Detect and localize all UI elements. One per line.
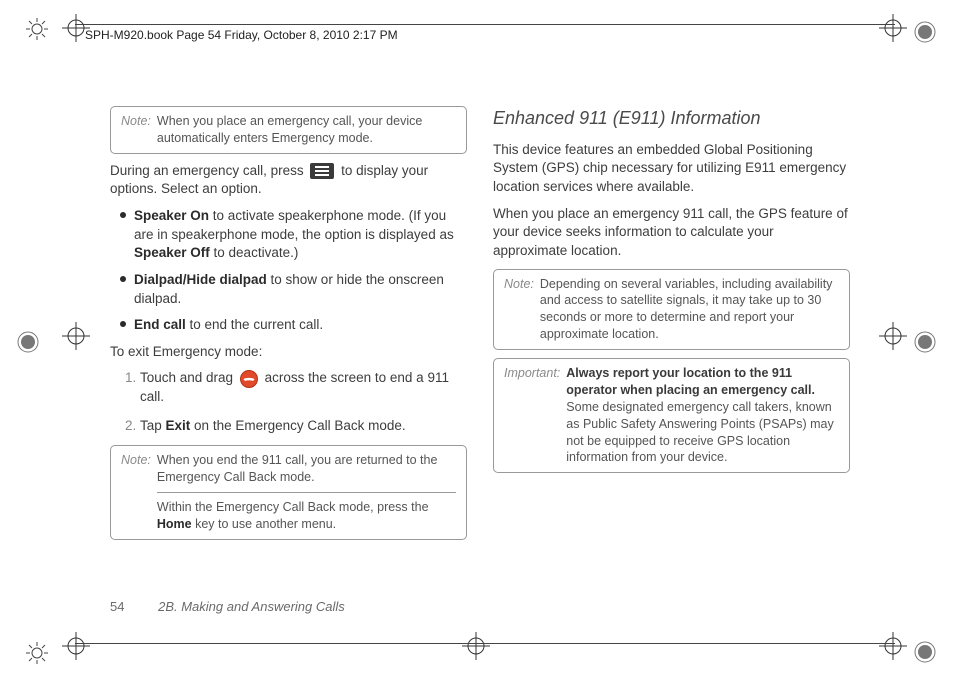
page-footer: 54 2B. Making and Answering Calls <box>110 599 345 614</box>
text-bold: Exit <box>166 418 191 433</box>
numbered-list: Touch and drag across the screen to end … <box>110 369 467 435</box>
cropmark-disc-icon <box>913 330 937 354</box>
note-label: Note: <box>121 113 151 147</box>
text: Within the Emergency Call Back mode, pre… <box>157 500 429 514</box>
text-bold: Speaker On <box>134 208 209 223</box>
cropmark-sun-icon <box>26 18 48 40</box>
text: Some designated emergency call takers, k… <box>566 400 833 465</box>
endcall-icon <box>240 370 258 388</box>
running-head: SPH-M920.book Page 54 Friday, October 8,… <box>85 28 398 42</box>
registration-mark-icon <box>879 632 907 660</box>
page-number: 54 <box>110 599 124 614</box>
cropmark-disc-icon <box>913 20 937 44</box>
text: to deactivate.) <box>210 245 299 260</box>
paragraph: This device features an embedded Global … <box>493 141 850 197</box>
text: When you end the 911 call, you are retur… <box>157 452 456 486</box>
list-item: Dialpad/Hide dialpad to show or hide the… <box>120 271 467 308</box>
registration-mark-icon <box>62 632 90 660</box>
cropmark-disc-icon <box>16 330 40 354</box>
cropmark-disc-icon <box>913 640 937 664</box>
note-box: Note: When you end the 911 call, you are… <box>110 445 467 540</box>
note-text: When you end the 911 call, you are retur… <box>157 452 456 533</box>
paragraph: When you place an emergency 911 call, th… <box>493 205 850 261</box>
text-bold: End call <box>134 317 186 332</box>
footer-rule <box>75 643 895 644</box>
header-rule <box>75 24 895 25</box>
content-columns: Note: When you place an emergency call, … <box>110 106 850 548</box>
list-item: Tap Exit on the Emergency Call Back mode… <box>140 417 467 436</box>
list-item: Speaker On to activate speakerphone mode… <box>120 207 467 263</box>
text: key to use another menu. <box>192 517 337 531</box>
text-bold: Dialpad/Hide dialpad <box>134 272 267 287</box>
note-box: Note: Depending on several variables, in… <box>493 269 850 351</box>
note-label: Note: <box>121 452 151 533</box>
registration-mark-icon <box>879 14 907 42</box>
text: Tap <box>140 418 166 433</box>
important-box: Important: Always report your location t… <box>493 358 850 473</box>
text: Touch and drag <box>140 370 237 385</box>
column-right: Enhanced 911 (E911) Information This dev… <box>493 106 850 548</box>
text: During an emergency call, press <box>110 163 304 178</box>
section-heading: Enhanced 911 (E911) Information <box>493 106 850 131</box>
list-item: Touch and drag across the screen to end … <box>140 369 467 406</box>
text-bold: Always report your location to the 911 o… <box>566 366 815 397</box>
note-text: When you place an emergency call, your d… <box>157 113 456 147</box>
page: SPH-M920.book Page 54 Friday, October 8,… <box>0 0 954 682</box>
cropmark-sun-icon <box>26 642 48 664</box>
text: Within the Emergency Call Back mode, pre… <box>157 499 456 533</box>
note-label: Note: <box>504 276 534 344</box>
note-box: Note: When you place an emergency call, … <box>110 106 467 154</box>
text-bold: Home <box>157 517 192 531</box>
important-text: Always report your location to the 911 o… <box>566 365 839 466</box>
text: on the Emergency Call Back mode. <box>190 418 405 433</box>
text: to end the current call. <box>186 317 323 332</box>
menu-icon <box>310 163 334 179</box>
list-item: End call to end the current call. <box>120 316 467 335</box>
divider <box>157 492 456 493</box>
paragraph: To exit Emergency mode: <box>110 343 467 362</box>
column-left: Note: When you place an emergency call, … <box>110 106 467 548</box>
paragraph: During an emergency call, press to displ… <box>110 162 467 199</box>
note-text: Depending on several variables, includin… <box>540 276 839 344</box>
registration-mark-icon <box>879 322 907 350</box>
important-label: Important: <box>504 365 560 466</box>
section-title: 2B. Making and Answering Calls <box>158 599 345 614</box>
registration-mark-icon <box>62 322 90 350</box>
text-bold: Speaker Off <box>134 245 210 260</box>
bullet-list: Speaker On to activate speakerphone mode… <box>110 207 467 335</box>
registration-mark-icon <box>462 632 490 660</box>
